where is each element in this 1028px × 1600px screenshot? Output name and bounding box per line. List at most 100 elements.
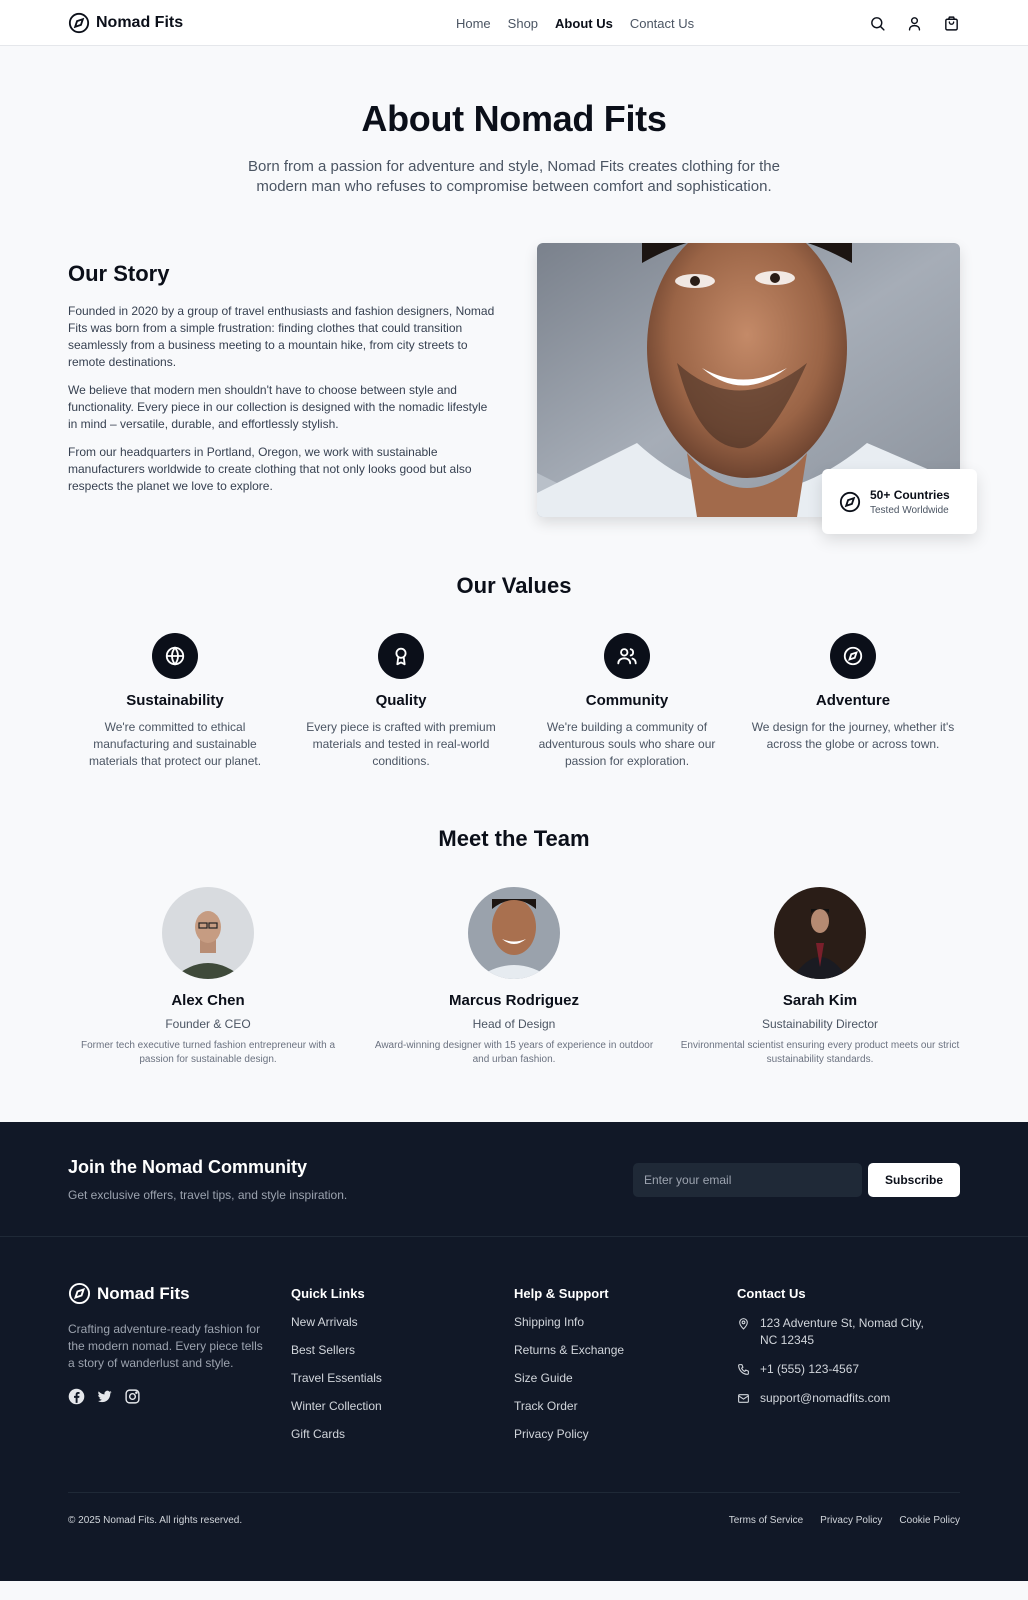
- contact-email[interactable]: support@nomadfits.com: [737, 1390, 960, 1407]
- hero-subtitle: Born from a passion for adventure and st…: [248, 158, 780, 195]
- story-paragraph: Founded in 2020 by a group of travel ent…: [68, 304, 495, 369]
- footer-description: Crafting adventure-ready fashion for the…: [68, 1322, 263, 1370]
- contact-address: 123 Adventure St, Nomad City, NC 12345: [737, 1315, 960, 1349]
- team-member-card: Sarah Kim Sustainability Director Enviro…: [680, 887, 960, 1067]
- map-pin-icon: [739, 1318, 748, 1330]
- member-bio: Former tech executive turned fashion ent…: [80, 1040, 336, 1065]
- footer-link[interactable]: Privacy Policy: [514, 1427, 737, 1441]
- phone-text: +1 (555) 123-4567: [760, 1362, 860, 1376]
- compass-icon: [830, 633, 876, 679]
- email-input[interactable]: [633, 1162, 862, 1197]
- nav-link-shop[interactable]: Shop: [508, 16, 538, 31]
- stat-subtitle: Tested Worldwide: [870, 504, 949, 516]
- terms-link[interactable]: Terms of Service: [729, 1515, 803, 1526]
- mail-icon: [738, 1394, 749, 1403]
- footer-contact: Contact Us 123 Adventure St, Nomad City,…: [737, 1282, 960, 1455]
- member-role: Sustainability Director: [761, 1017, 879, 1031]
- address-text: 123 Adventure St, Nomad City, NC 12345: [760, 1316, 924, 1347]
- footer-heading: Quick Links: [291, 1286, 365, 1301]
- cart-icon[interactable]: [943, 15, 960, 32]
- newsletter-subtitle: Get exclusive offers, travel tips, and s…: [68, 1188, 348, 1202]
- brand-name: Nomad Fits: [96, 14, 184, 31]
- story-section: Our Story Founded in 2020 by a group of …: [68, 243, 977, 534]
- story-paragraph: We believe that modern men shouldn't hav…: [68, 383, 488, 431]
- phone-icon: [738, 1364, 749, 1375]
- avatar: [162, 887, 254, 979]
- copyright: © 2025 Nomad Fits. All rights reserved.: [68, 1515, 243, 1526]
- value-card: Adventure We design for the journey, whe…: [746, 633, 960, 770]
- member-role: Head of Design: [472, 1017, 556, 1031]
- avatar: [468, 887, 560, 979]
- footer-link[interactable]: Track Order: [514, 1399, 737, 1413]
- value-text: We design for the journey, whether it's …: [751, 720, 955, 751]
- compass-icon: [839, 491, 861, 512]
- legal-links: Terms of Service Privacy Policy Cookie P…: [729, 1515, 960, 1526]
- member-name: Marcus Rodriguez: [448, 992, 580, 1009]
- footer-link[interactable]: Travel Essentials: [291, 1371, 514, 1385]
- avatar: [774, 887, 866, 979]
- top-navbar: Nomad Fits Home Shop About Us Contact Us: [0, 0, 1028, 46]
- privacy-link[interactable]: Privacy Policy: [820, 1515, 882, 1526]
- footer-link[interactable]: Gift Cards: [291, 1427, 514, 1441]
- team-member-card: Marcus Rodriguez Head of Design Award-wi…: [374, 887, 654, 1067]
- footer: Nomad Fits Crafting adventure-ready fash…: [0, 1237, 1028, 1581]
- cookie-link[interactable]: Cookie Policy: [899, 1515, 960, 1526]
- member-name: Alex Chen: [171, 992, 245, 1009]
- story-media: 50+ Countries Tested Worldwide: [537, 243, 977, 534]
- nav-link-about[interactable]: About Us: [555, 16, 613, 31]
- values-grid: Sustainability We're committed to ethica…: [68, 633, 960, 770]
- footer-link[interactable]: Best Sellers: [291, 1343, 514, 1357]
- page-title: About Nomad Fits: [361, 98, 667, 139]
- user-icon[interactable]: [906, 15, 923, 32]
- value-card: Sustainability We're committed to ethica…: [68, 633, 282, 770]
- footer-link[interactable]: Shipping Info: [514, 1315, 737, 1329]
- story-paragraph: From our headquarters in Portland, Orego…: [68, 445, 472, 493]
- value-card: Community We're building a community of …: [520, 633, 734, 770]
- facebook-icon[interactable]: [68, 1388, 85, 1405]
- member-bio: Environmental scientist ensuring every p…: [680, 1040, 960, 1065]
- values-title: Our Values: [456, 573, 572, 598]
- newsletter-title: Join the Nomad Community: [68, 1157, 308, 1177]
- value-title: Community: [585, 692, 669, 709]
- compass-icon: [68, 12, 90, 34]
- footer-bottom: © 2025 Nomad Fits. All rights reserved. …: [68, 1492, 960, 1526]
- footer-link[interactable]: Size Guide: [514, 1371, 737, 1385]
- users-icon: [604, 633, 650, 679]
- team-member-card: Alex Chen Founder & CEO Former tech exec…: [68, 887, 348, 1067]
- member-name: Sarah Kim: [782, 992, 858, 1009]
- twitter-icon[interactable]: [96, 1388, 113, 1405]
- footer-quick-links: Quick Links New Arrivals Best Sellers Tr…: [291, 1282, 514, 1455]
- hero-section: About Nomad Fits Born from a passion for…: [0, 46, 1028, 197]
- subscribe-button[interactable]: Subscribe: [868, 1162, 960, 1197]
- footer-brand-logo[interactable]: Nomad Fits: [68, 1282, 291, 1305]
- story-title: Our Story: [68, 261, 170, 286]
- team-grid: Alex Chen Founder & CEO Former tech exec…: [68, 887, 960, 1067]
- footer-link[interactable]: Winter Collection: [291, 1399, 514, 1413]
- globe-icon: [152, 633, 198, 679]
- contact-phone[interactable]: +1 (555) 123-4567: [737, 1361, 960, 1378]
- newsletter-form: Subscribe: [633, 1162, 960, 1197]
- social-links: [68, 1388, 291, 1405]
- brand-logo[interactable]: Nomad Fits: [68, 12, 183, 34]
- footer-brand-name: Nomad Fits: [97, 1283, 190, 1303]
- search-icon[interactable]: [869, 15, 886, 32]
- footer-link[interactable]: New Arrivals: [291, 1315, 514, 1329]
- award-icon: [378, 633, 424, 679]
- value-card: Quality Every piece is crafted with prem…: [294, 633, 508, 770]
- stat-title: 50+ Countries: [870, 487, 950, 502]
- member-role: Founder & CEO: [165, 1017, 251, 1031]
- footer-heading: Help & Support: [514, 1286, 609, 1301]
- team-section: Meet the Team Alex Chen Founder & CEO Fo…: [68, 826, 960, 1067]
- nav-link-home[interactable]: Home: [456, 16, 491, 31]
- nav-link-contact[interactable]: Contact Us: [630, 16, 694, 31]
- instagram-icon[interactable]: [124, 1388, 141, 1405]
- footer-link[interactable]: Returns & Exchange: [514, 1343, 737, 1357]
- value-title: Adventure: [815, 692, 891, 709]
- compass-icon: [68, 1282, 91, 1305]
- nav-links: Home Shop About Us Contact Us: [456, 16, 694, 31]
- value-text: Every piece is crafted with premium mate…: [306, 720, 496, 768]
- email-text: support@nomadfits.com: [760, 1391, 891, 1405]
- value-text: We're building a community of adventurou…: [538, 720, 716, 768]
- newsletter-section: Join the Nomad Community Get exclusive o…: [0, 1122, 1028, 1237]
- values-section: Our Values Sustainability We're committe…: [68, 573, 960, 770]
